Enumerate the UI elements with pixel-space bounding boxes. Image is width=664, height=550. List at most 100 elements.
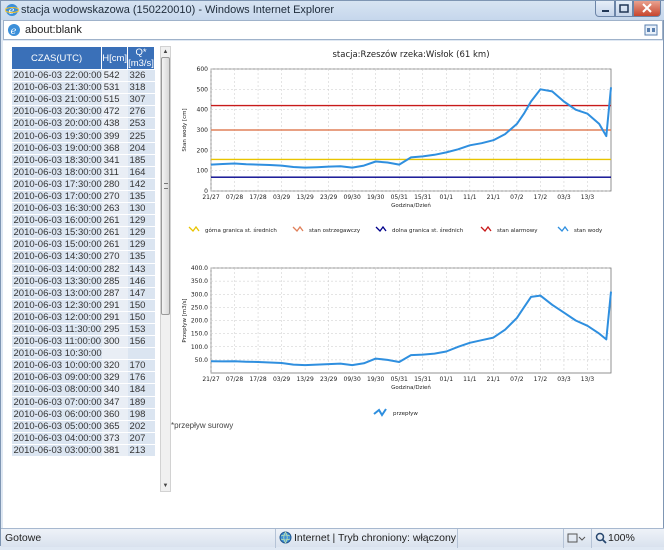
y-axis-label: Przepływ [m3/s]: [182, 298, 188, 342]
y-tick-label: 500: [197, 86, 209, 93]
table-cell: 472: [101, 105, 128, 119]
table-cell: 2010-06-03 17:00:00: [11, 190, 102, 204]
legend-swatch-icon: [188, 225, 200, 232]
table-cell: 373: [101, 432, 128, 445]
ie-logo-icon: e: [5, 4, 19, 17]
table-cell: 2010-06-03 05:00:00: [11, 420, 102, 433]
y-tick-label: 200: [197, 147, 209, 154]
table-row: 2010-06-03 06:00:00 360 198: [11, 408, 155, 421]
x-tick-label: 03/29: [273, 194, 290, 201]
scroll-down-arrow-icon[interactable]: ▼: [161, 481, 170, 491]
x-tick-label: 21/27: [202, 376, 219, 383]
x-tick-label: 03/3: [557, 376, 571, 383]
column-header: H[cm]: [101, 46, 129, 70]
table-cell: 291: [101, 299, 128, 312]
table-cell: 261: [101, 214, 128, 228]
x-tick-label: 15/31: [414, 376, 431, 383]
table-cell: 291: [101, 311, 128, 324]
zoom-control[interactable]: 100%: [591, 529, 664, 548]
table-cell: [101, 347, 128, 361]
table-row: 2010-06-03 13:00:00 287 147: [11, 287, 155, 300]
table-row: 2010-06-03 05:00:00 365 202: [11, 420, 155, 433]
table-cell: 340: [101, 383, 128, 397]
maximize-button[interactable]: [615, 1, 633, 17]
table-cell: 153: [127, 323, 155, 337]
column-header: Q*[m3/s]: [127, 46, 155, 70]
scroll-thumb[interactable]: [161, 57, 170, 315]
data-table: CZAS(UTC) H[cm] Q*[m3/s] 2010-06-03 22:00:…: [11, 46, 155, 458]
y-tick-label: 50.0: [195, 357, 209, 364]
x-tick-label: 13/29: [296, 194, 313, 201]
y-tick-label: 350.0: [191, 278, 208, 285]
table-cell: 2010-06-03 18:00:00: [11, 166, 102, 179]
y-tick-label: 400: [197, 107, 209, 114]
x-tick-label: 11/1: [463, 376, 477, 383]
table-row: 2010-06-03 12:00:00 291 150: [11, 311, 155, 324]
table-cell: 261: [101, 238, 128, 252]
table-cell: 185: [127, 154, 155, 167]
zoom-magnifier-icon: [595, 532, 607, 544]
y-tick-label: 300: [197, 127, 209, 134]
minimize-button[interactable]: [595, 1, 615, 17]
table-cell: 189: [127, 396, 155, 409]
compatibility-view-icon[interactable]: [644, 23, 658, 37]
table-body: 2010-06-03 22:00:00 542 326 2010-06-03 21:3…: [11, 69, 155, 458]
table-cell: 135: [127, 250, 155, 264]
close-icon: [642, 3, 652, 13]
table-cell: 2010-06-03 06:00:00: [11, 408, 102, 421]
table-cell: 542: [101, 69, 128, 83]
x-tick-label: 17/28: [249, 194, 266, 201]
table-cell: 285: [101, 275, 128, 288]
table-cell: 2010-06-03 14:30:00: [11, 250, 102, 264]
table-row: 2010-06-03 10:30:00: [11, 347, 155, 361]
table-row: 2010-06-03 09:00:00 329 176: [11, 371, 155, 385]
x-tick-label: 17/2: [534, 194, 548, 201]
table-cell: 329: [101, 371, 128, 385]
table-cell: 341: [101, 154, 128, 167]
table-cell: 2010-06-03 19:30:00: [11, 129, 102, 143]
legend-label: dolna granica st. średnich: [392, 227, 464, 234]
x-tick-label: 21/27: [202, 194, 219, 201]
close-button[interactable]: [633, 1, 661, 17]
protected-mode-pane[interactable]: [563, 529, 589, 548]
scroll-up-arrow-icon[interactable]: ▲: [161, 47, 170, 57]
table-cell: 129: [127, 214, 155, 228]
page-icon: e: [8, 24, 20, 37]
table-cell: 2010-06-03 11:30:00: [11, 323, 102, 337]
table-cell: 2010-06-03 14:00:00: [11, 263, 102, 276]
security-zone[interactable]: Internet | Tryb chroniony: włączony: [275, 529, 456, 548]
table-cell: 360: [101, 408, 128, 421]
table-cell: 142: [127, 178, 155, 191]
x-tick-label: 17/28: [249, 376, 266, 383]
table-row: 2010-06-03 18:00:00 311 164: [11, 166, 155, 179]
table-cell: 129: [127, 238, 155, 252]
table-row: 2010-06-03 21:00:00 515 307: [11, 93, 155, 107]
vertical-scrollbar[interactable]: ▲ ▼: [160, 46, 171, 492]
table-cell: [127, 347, 155, 361]
table-cell: 326: [127, 69, 155, 83]
table-cell: 2010-06-03 08:00:00: [11, 383, 102, 397]
table-row: 2010-06-03 14:00:00 282 143: [11, 263, 155, 276]
status-bar: Gotowe Internet | Tryb chroniony: włączo…: [1, 528, 664, 548]
x-tick-label: 01/1: [440, 376, 454, 383]
x-axis-label: Godzina/Dzień: [391, 202, 431, 209]
table-cell: 202: [127, 420, 155, 433]
legend-swatch-icon: [557, 225, 569, 232]
data-table-container: CZAS(UTC) H[cm] Q*[m3/s] 2010-06-03 22:00:…: [11, 46, 155, 496]
table-cell: 2010-06-03 10:00:00: [11, 359, 102, 373]
y-tick-label: 150.0: [191, 331, 208, 338]
table-cell: 130: [127, 202, 155, 216]
table-row: 2010-06-03 22:00:00 542 326: [11, 69, 155, 83]
legend-label: stan alarmowy: [497, 228, 538, 234]
table-cell: 253: [127, 117, 155, 131]
table-cell: 225: [127, 129, 155, 143]
address-bar[interactable]: e about:blank: [3, 20, 663, 40]
table-cell: 347: [101, 396, 128, 409]
table-cell: 282: [101, 263, 128, 276]
x-tick-label: 23/29: [320, 194, 337, 201]
table-cell: 150: [127, 299, 155, 312]
table-cell: 318: [127, 81, 155, 95]
table-cell: 2010-06-03 07:00:00: [11, 396, 102, 409]
table-cell: 207: [127, 432, 155, 445]
x-tick-label: 09/30: [344, 376, 361, 383]
